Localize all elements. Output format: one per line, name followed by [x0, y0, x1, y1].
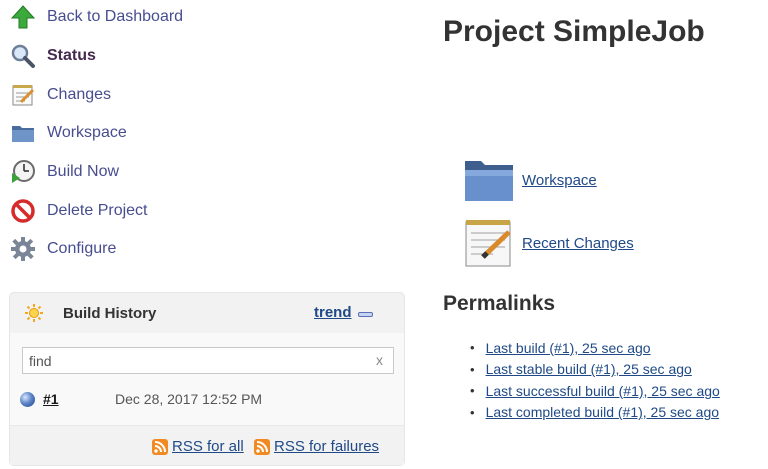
task-configure[interactable]: Configure: [10, 230, 310, 269]
list-item: Last completed build (#1), 25 sec ago: [470, 402, 720, 424]
task-label: Build Now: [47, 163, 120, 181]
no-entry-icon: [11, 199, 35, 223]
up-arrow-icon: [10, 5, 36, 29]
task-label: Delete Project: [47, 201, 148, 219]
task-label: Workspace: [47, 124, 127, 142]
permalink-last-stable-build[interactable]: Last stable build (#1), 25 sec ago: [486, 361, 692, 377]
build-history-header: Build History trend: [10, 293, 404, 333]
build-history-footer: RSS for all RSS for failures: [10, 425, 404, 465]
rss-feed-icon: [254, 438, 270, 455]
recent-changes-link[interactable]: Recent Changes: [522, 235, 634, 252]
page-title: Project SimpleJob: [443, 15, 705, 48]
build-number-link[interactable]: #1: [43, 391, 115, 407]
build-history-widget: Build History trend x #1 Dec 28, 2017 12…: [9, 292, 405, 466]
task-back-to-dashboard[interactable]: Back to Dashboard: [10, 0, 310, 37]
task-label: Changes: [47, 85, 112, 103]
build-row: #1 Dec 28, 2017 12:52 PM: [20, 389, 262, 409]
build-history-title: Build History: [63, 304, 157, 322]
permalink-last-build[interactable]: Last build (#1), 25 sec ago: [486, 340, 651, 356]
build-history-body: x #1 Dec 28, 2017 12:52 PM RSS for all: [10, 333, 404, 465]
task-label: Back to Dashboard: [47, 8, 184, 26]
folder-icon: [12, 126, 34, 143]
trend-link[interactable]: trend: [314, 304, 352, 321]
list-item: Last stable build (#1), 25 sec ago: [470, 359, 720, 381]
rss-failures-link[interactable]: RSS for failures: [254, 438, 379, 455]
permalinks-list: Last build (#1), 25 sec ago Last stable …: [470, 337, 720, 423]
build-date: Dec 28, 2017 12:52 PM: [115, 391, 263, 407]
rss-all-link[interactable]: RSS for all: [152, 438, 244, 455]
side-panel-tasks: Back to Dashboard Status Changes Workspa…: [10, 0, 310, 269]
workspace-link[interactable]: Workspace: [522, 172, 597, 189]
magnifier-icon: [11, 44, 35, 69]
task-label: Configure: [47, 240, 117, 258]
build-search-input[interactable]: [22, 347, 394, 374]
task-changes[interactable]: Changes: [10, 75, 310, 114]
permalink-last-successful-build[interactable]: Last successful build (#1), 25 sec ago: [486, 383, 720, 399]
task-build-now[interactable]: Build Now: [10, 153, 310, 192]
rss-all-label: RSS for all: [172, 438, 244, 455]
clock-play-icon: [12, 160, 35, 184]
clear-search-icon[interactable]: x: [376, 352, 383, 368]
notepad-icon: [465, 220, 511, 267]
rss-failures-label: RSS for failures: [274, 438, 380, 455]
task-workspace[interactable]: Workspace: [10, 114, 310, 153]
gear-icon: [11, 237, 35, 262]
task-delete-project[interactable]: Delete Project: [10, 191, 310, 230]
rss-feed-icon: [152, 438, 168, 455]
task-status[interactable]: Status: [10, 37, 310, 76]
task-label: Status: [47, 47, 96, 65]
collapse-minus-icon[interactable]: [358, 312, 373, 317]
main-link-recent-changes: Recent Changes: [463, 217, 634, 269]
main-link-workspace: Workspace: [463, 157, 597, 203]
permalinks-heading: Permalinks: [443, 292, 556, 315]
blue-ball-status-icon: [20, 391, 35, 407]
permalink-last-completed-build[interactable]: Last completed build (#1), 25 sec ago: [486, 404, 719, 420]
folder-icon: [465, 161, 513, 201]
list-item: Last successful build (#1), 25 sec ago: [470, 380, 720, 402]
weather-sun-icon: [25, 304, 43, 322]
notepad-icon: [12, 84, 35, 106]
list-item: Last build (#1), 25 sec ago: [470, 337, 720, 359]
